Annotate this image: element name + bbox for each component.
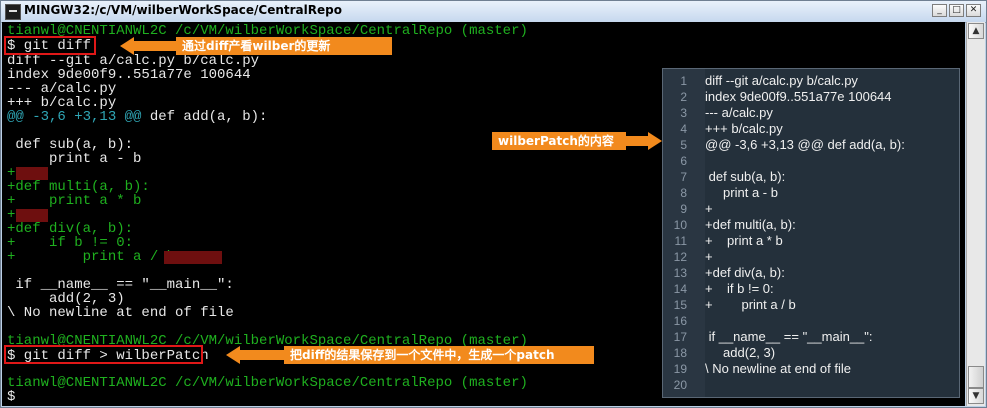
line-number: 12 [673,250,687,264]
patch-code-line: + print a / b [705,297,796,312]
line-number: 19 [673,362,687,376]
scroll-up-icon[interactable]: ▲ [968,23,984,39]
console-line: tianwl@CNENTIANWL2C /c/VM/wilberWorkSpac… [7,375,528,391]
maximize-button[interactable]: □ [949,4,964,17]
patch-code-line: def sub(a, b): [705,169,786,184]
patch-code-line: index 9de00f9..551a77e 100644 [705,89,892,104]
console-line: + print a / b [7,249,176,265]
terminal-app-icon [5,4,21,20]
vertical-scrollbar[interactable]: ▲ ▼ [966,22,985,406]
patch-code-line: \ No newline at end of file [705,361,851,376]
git-diff-highlight [4,36,96,55]
arrow-right-icon [648,132,662,150]
trailing-whitespace-marker [164,251,222,264]
line-number: 9 [680,202,687,216]
line-number: 17 [673,330,687,344]
line-number: 1 [680,74,687,88]
hunk-context: def add(a, b): [141,109,268,125]
patch-code-line: +def multi(a, b): [705,217,796,232]
patch-code-line: if __name__ == "__main__": [705,329,873,344]
patch-code-line: --- a/calc.py [705,105,773,120]
git-diff-redirect-highlight [4,345,203,364]
patch-code-line: @@ -3,6 +3,13 @@ def add(a, b): [705,137,905,152]
line-number: 15 [673,298,687,312]
save-callout: 把diff的结果保存到一个文件中，生成一个patch [284,346,594,364]
arrow-shaft [626,136,648,146]
patch-code-line: +def div(a, b): [705,265,785,280]
line-number: 18 [673,346,687,360]
line-number: 3 [680,106,687,120]
line-number: 20 [673,378,687,392]
line-number: 13 [673,266,687,280]
minimize-button[interactable]: _ [932,4,947,17]
console-line: + print a * b [7,193,142,209]
line-number: 7 [680,170,687,184]
title-bar[interactable]: MINGW32:/c/VM/wilberWorkSpace/CentralRep… [1,1,986,23]
line-number: 11 [674,234,687,248]
patch-code-line: + [705,249,713,264]
scroll-thumb[interactable] [968,366,984,388]
arrow-shaft [240,350,284,360]
hunk-header-line: @@ -3,6 +3,13 @@ def add(a, b): [7,110,267,125]
line-number: 5 [680,138,687,152]
arrow-left-icon [226,346,240,364]
close-button[interactable]: ✕ [966,4,981,17]
hunk-marker: @@ -3,6 +3,13 @@ [7,109,142,125]
console-prompt[interactable]: $ [7,390,15,405]
line-number: 16 [673,314,687,328]
line-number: 10 [673,218,687,232]
patch-code-line: + if b != 0: [705,281,774,296]
patch-file-viewer[interactable]: 1 diff --git a/calc.py b/calc.py 2 index 9d… [662,68,960,398]
line-number: 8 [680,186,687,200]
console-line: print a - b [7,151,142,167]
line-number: 14 [673,282,687,296]
patch-code-line: + print a * b [705,233,783,248]
line-number: 4 [680,122,687,136]
line-number: 6 [680,154,687,168]
patch-code-line: + [705,201,713,216]
diff-callout: 通过diff产看wilber的更新 [176,37,392,55]
console-line: \ No newline at end of file [7,305,234,321]
arrow-shaft [134,41,176,51]
patch-code-line: add(2, 3) [705,345,776,360]
patch-callout: wilberPatch的内容 [492,132,626,150]
scroll-down-icon[interactable]: ▼ [968,388,984,404]
patch-code-line: diff --git a/calc.py b/calc.py [705,73,858,88]
patch-code-line: print a - b [705,185,778,200]
line-number: 2 [680,90,687,104]
arrow-left-icon [120,37,134,55]
patch-code-line: +++ b/calc.py [705,121,783,136]
window-title: MINGW32:/c/VM/wilberWorkSpace/CentralRep… [24,3,342,17]
